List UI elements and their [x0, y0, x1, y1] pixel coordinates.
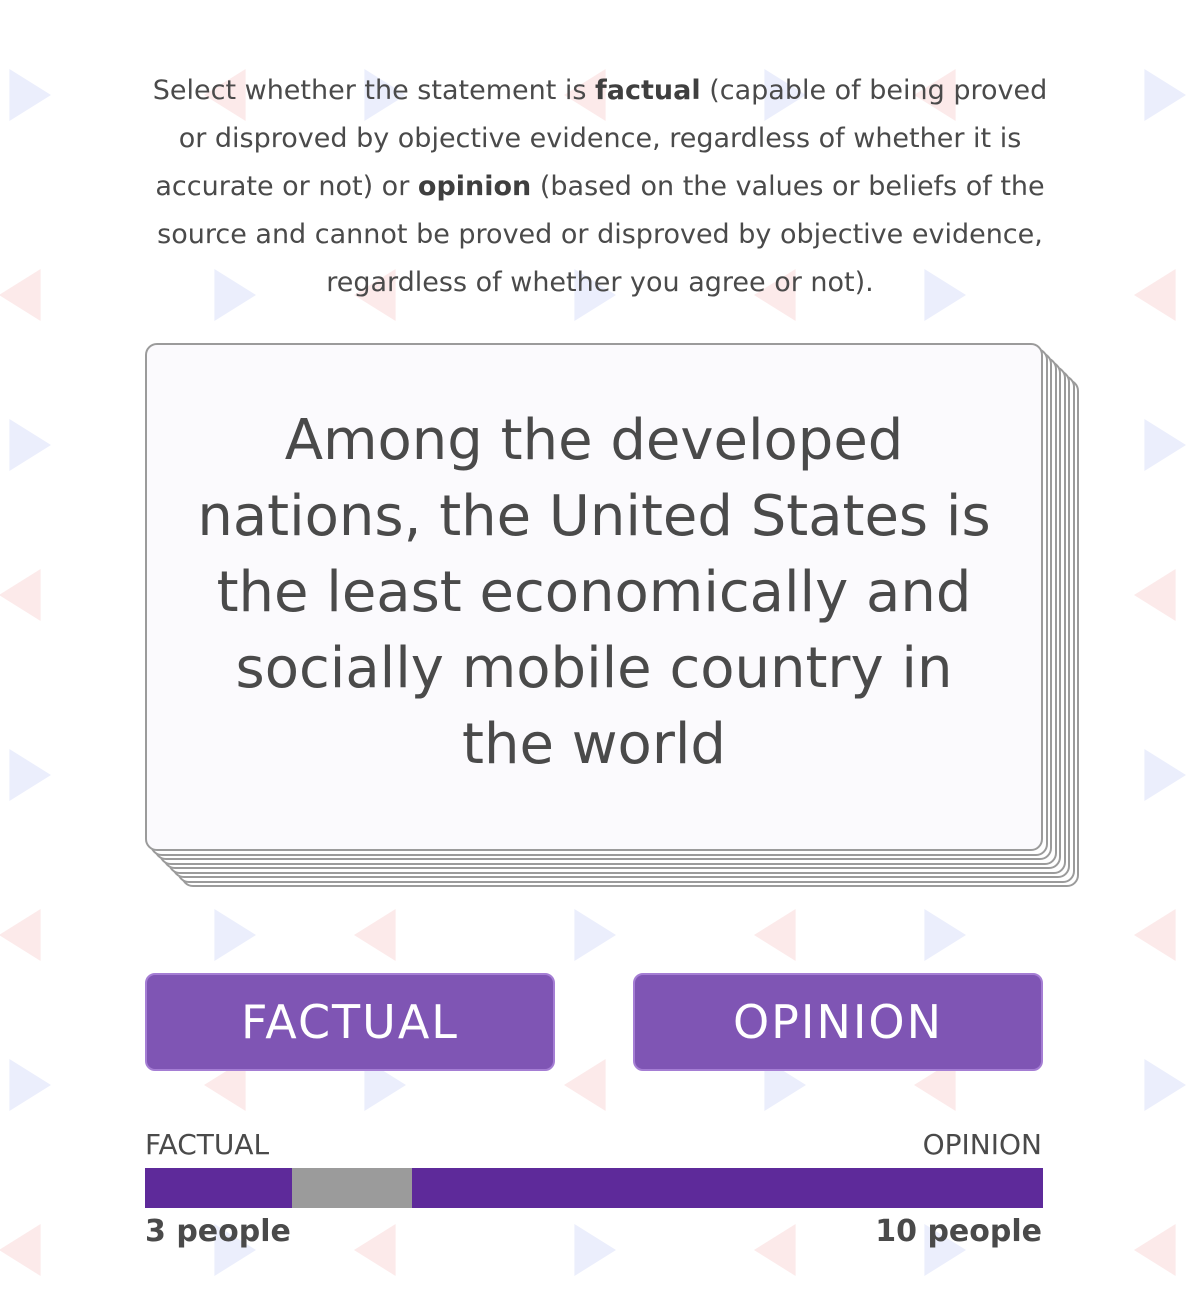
results-factual-label: FACTUAL	[145, 1128, 270, 1161]
results-bar	[145, 1168, 1043, 1208]
instructions-part-1: Select whether the statement is	[152, 75, 596, 106]
background-triangle	[0, 1224, 41, 1276]
background-triangle	[9, 69, 51, 121]
background-triangle	[564, 1059, 606, 1111]
factual-definition-term: factual	[595, 75, 701, 106]
background-triangle	[1144, 1059, 1186, 1111]
statement-card-stack: Among the developed nations, the United …	[145, 343, 1080, 888]
background-triangle	[9, 1059, 51, 1111]
background-triangle	[1144, 69, 1186, 121]
background-triangle	[9, 749, 51, 801]
background-triangle	[354, 909, 396, 961]
background-triangle	[1134, 1224, 1176, 1276]
background-triangle	[1134, 569, 1176, 621]
background-triangle	[9, 419, 51, 471]
background-triangle	[0, 909, 41, 961]
opinion-count: 10 people	[875, 1214, 1042, 1249]
instructions-text: Select whether the statement is factual …	[150, 67, 1050, 307]
background-triangle	[574, 909, 616, 961]
statement-card: Among the developed nations, the United …	[145, 343, 1043, 851]
results-opinion-label: OPINION	[922, 1128, 1042, 1161]
statement-text: Among the developed nations, the United …	[197, 408, 991, 777]
background-triangle	[574, 1224, 616, 1276]
background-triangle	[754, 1224, 796, 1276]
background-triangle	[0, 569, 41, 621]
background-triangle	[1134, 269, 1176, 321]
opinion-definition-term: opinion	[417, 171, 532, 202]
factual-button[interactable]: FACTUAL	[145, 973, 555, 1071]
background-triangle	[754, 909, 796, 961]
background-triangle	[214, 909, 256, 961]
background-triangle	[0, 269, 41, 321]
background-triangle	[1144, 749, 1186, 801]
background-triangle	[354, 1224, 396, 1276]
results-bar-marker	[292, 1168, 412, 1208]
background-triangle	[924, 909, 966, 961]
opinion-button[interactable]: OPINION	[633, 973, 1043, 1071]
background-triangle	[1144, 419, 1186, 471]
background-triangle	[1134, 909, 1176, 961]
factual-count: 3 people	[145, 1214, 291, 1249]
